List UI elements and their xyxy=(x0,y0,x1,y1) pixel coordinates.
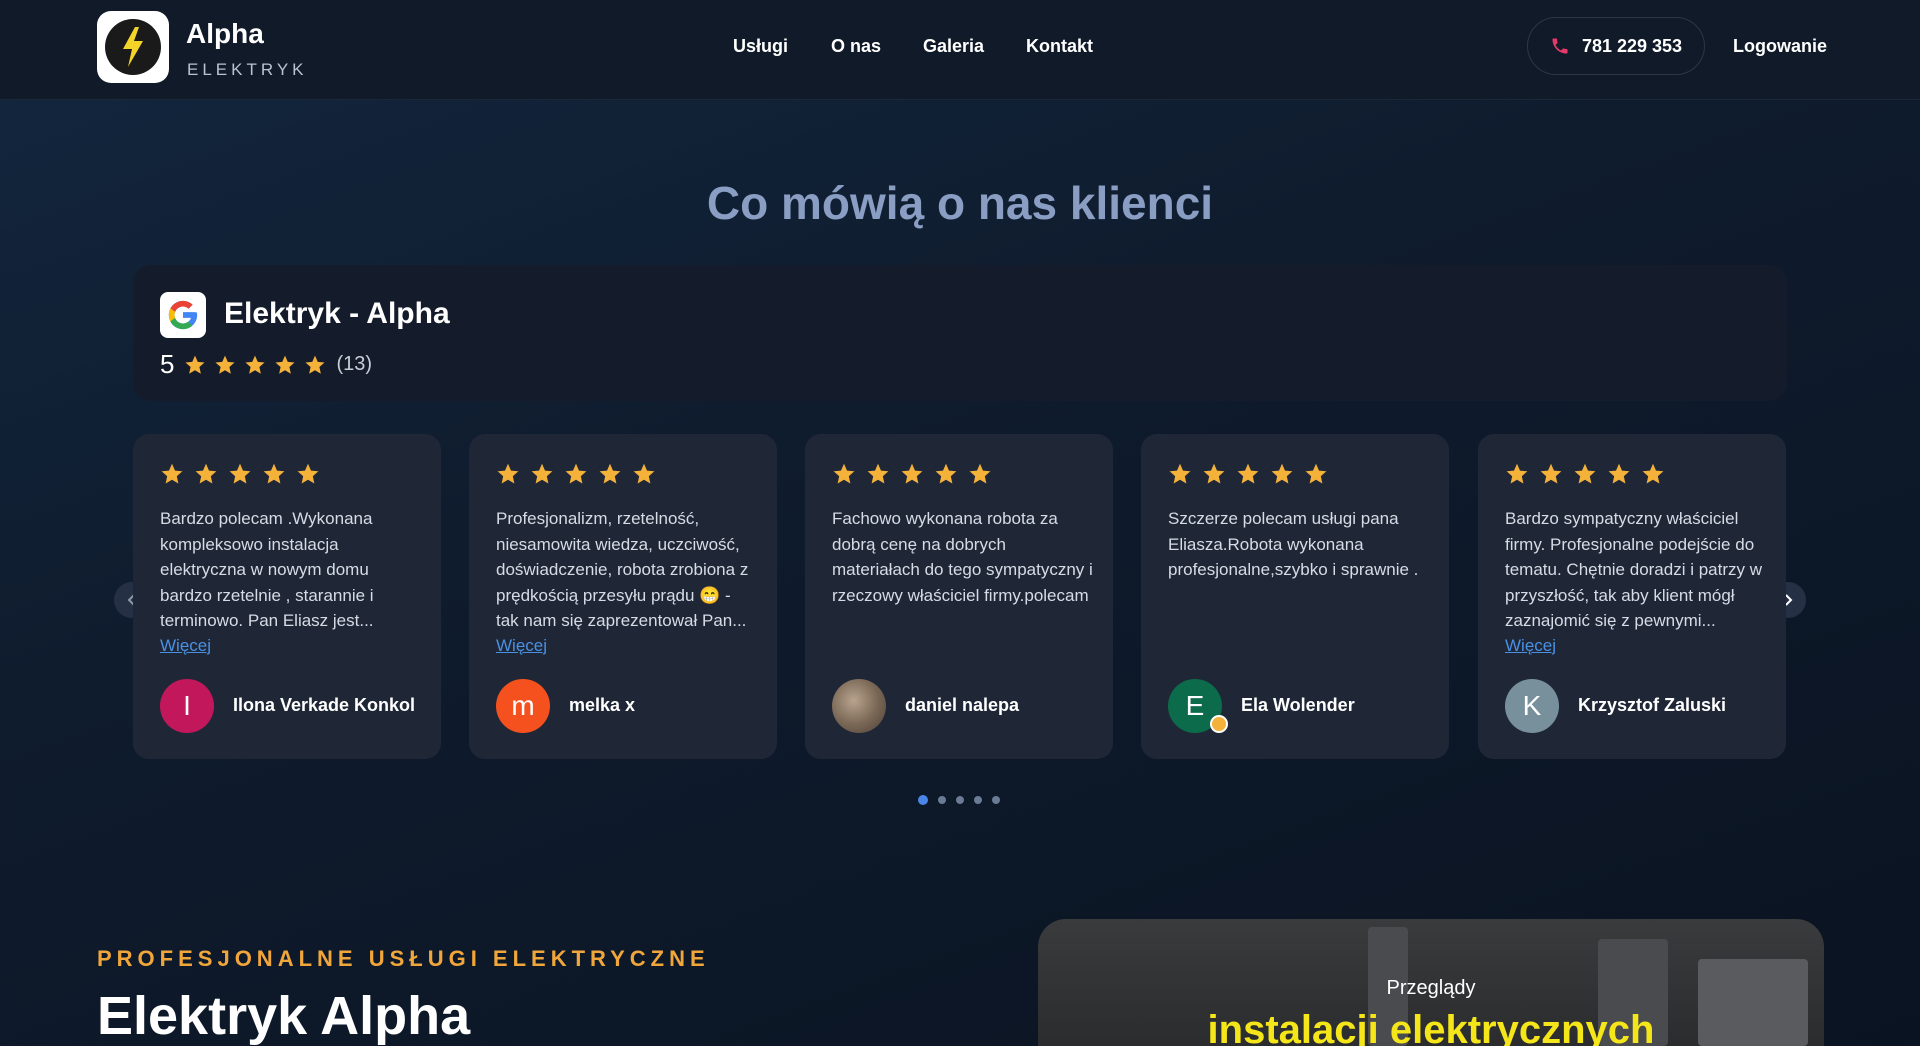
review-author: Krzysztof Zaluski xyxy=(1578,695,1727,715)
review-text: Fachowo wykonana robota za dobrą cenę na… xyxy=(832,509,1093,605)
phone-number: 781 229 353 xyxy=(1581,35,1683,56)
carousel-pagination xyxy=(918,795,1000,805)
star-icon xyxy=(1608,463,1630,484)
star-icon xyxy=(633,463,655,484)
star-icon xyxy=(297,463,319,484)
star-icon xyxy=(1574,463,1596,484)
review-count: (13) xyxy=(336,353,373,375)
star-icon xyxy=(1203,463,1225,484)
star-icon xyxy=(185,355,206,374)
phone-button[interactable]: 781 229 353 xyxy=(1527,17,1705,75)
rating-row: 5 (13) xyxy=(160,349,372,380)
star-icon xyxy=(245,355,266,374)
logo[interactable] xyxy=(97,11,169,83)
star-icon xyxy=(1305,463,1327,484)
star-icon xyxy=(497,463,519,484)
nav-kontakt[interactable]: Kontakt xyxy=(1026,36,1093,57)
avatar: m xyxy=(496,679,550,733)
nav-galeria[interactable]: Galeria xyxy=(923,36,984,57)
testimonials-title: Co mówią o nas klienci xyxy=(706,177,1214,229)
star-icon xyxy=(1271,463,1293,484)
hero-title: Elektryk Alpha xyxy=(97,986,471,1046)
star-icon xyxy=(263,463,285,484)
carousel-dot[interactable] xyxy=(974,796,982,804)
star-icon xyxy=(969,463,991,484)
avatar: I xyxy=(160,679,214,733)
business-name: Elektryk - Alpha xyxy=(224,297,450,330)
review-stars xyxy=(496,462,656,486)
logo-emblem-icon xyxy=(105,19,161,75)
star-icon xyxy=(1237,463,1259,484)
review-author: Ilona Verkade Konkol xyxy=(233,695,416,715)
star-icon xyxy=(1506,463,1528,484)
review-author: Ela Wolender xyxy=(1241,695,1355,715)
carousel-dot[interactable] xyxy=(956,796,964,804)
avatar: E xyxy=(1168,679,1228,733)
carousel-dot[interactable] xyxy=(992,796,1000,804)
hero-eyebrow: PROFESJONALNE USŁUGI ELEKTRYCZNE xyxy=(97,946,710,971)
read-more-link[interactable]: Więcej xyxy=(1505,636,1556,656)
carousel-dot[interactable] xyxy=(938,796,946,804)
avatar: K xyxy=(1505,679,1559,733)
star-icon xyxy=(305,355,326,374)
site-header: Alpha ELEKTRYK Usługi O nas Galeria Kont… xyxy=(0,0,1920,100)
nav-o-nas[interactable]: O nas xyxy=(831,36,881,57)
google-logo-icon xyxy=(160,292,206,338)
star-icon xyxy=(901,463,923,484)
star-icon xyxy=(1642,463,1664,484)
star-icon xyxy=(1169,463,1191,484)
rating-stars xyxy=(184,354,326,376)
cat-photo-avatar xyxy=(832,679,886,733)
star-icon xyxy=(833,463,855,484)
review-author: melka x xyxy=(569,695,636,715)
read-more-link[interactable]: Więcej xyxy=(160,636,211,656)
star-icon xyxy=(1540,463,1562,484)
star-icon xyxy=(215,355,236,374)
review-card: Szczerze polecam usługi pana Eliasza.Rob… xyxy=(1141,434,1449,759)
login-link[interactable]: Logowanie xyxy=(1733,36,1827,57)
review-card: Profesjonalizm, rzetelność, niesamowita … xyxy=(469,434,777,759)
review-card: Fachowo wykonana robota za dobrą cenę na… xyxy=(805,434,1113,759)
local-guide-badge-icon xyxy=(1210,715,1228,733)
star-icon xyxy=(161,463,183,484)
review-stars xyxy=(160,462,320,486)
review-stars xyxy=(1505,462,1665,486)
nav-uslugi[interactable]: Usługi xyxy=(733,36,788,57)
star-icon xyxy=(935,463,957,484)
carousel-dot[interactable] xyxy=(918,795,928,805)
star-icon xyxy=(599,463,621,484)
review-stars xyxy=(832,462,992,486)
review-card: Bardzo polecam .Wykonana kompleksowo ins… xyxy=(133,434,441,759)
review-author: daniel nalepa xyxy=(905,695,1020,715)
brand-subtitle: ELEKTRYK xyxy=(187,60,308,79)
rating-score: 5 xyxy=(160,349,175,379)
review-text: Szczerze polecam usługi pana Eliasza.Rob… xyxy=(1168,509,1419,579)
phone-icon xyxy=(1552,38,1568,54)
review-stars xyxy=(1168,462,1328,486)
hero-image-caption-small: Przeglądy xyxy=(1386,977,1476,999)
review-card: Bardzo sympatyczny właściciel firmy. Pro… xyxy=(1478,434,1786,759)
hero-image-caption-large: instalacji elektrycznych xyxy=(1207,1008,1655,1046)
hero-image: Przeglądy instalacji elektrycznych xyxy=(1038,919,1824,1046)
google-rating-summary: Elektryk - Alpha 5 (13) xyxy=(133,265,1787,401)
star-icon xyxy=(565,463,587,484)
star-icon xyxy=(275,355,296,374)
review-text: Bardzo polecam .Wykonana kompleksowo ins… xyxy=(160,509,374,630)
star-icon xyxy=(229,463,251,484)
review-text: Profesjonalizm, rzetelność, niesamowita … xyxy=(496,509,749,630)
star-icon xyxy=(531,463,553,484)
read-more-link[interactable]: Więcej xyxy=(496,636,547,656)
star-icon xyxy=(195,463,217,484)
avatar-letter: E xyxy=(1185,690,1205,721)
star-icon xyxy=(867,463,889,484)
brand-name[interactable]: Alpha xyxy=(186,18,264,50)
review-text: Bardzo sympatyczny właściciel firmy. Pro… xyxy=(1505,509,1763,630)
